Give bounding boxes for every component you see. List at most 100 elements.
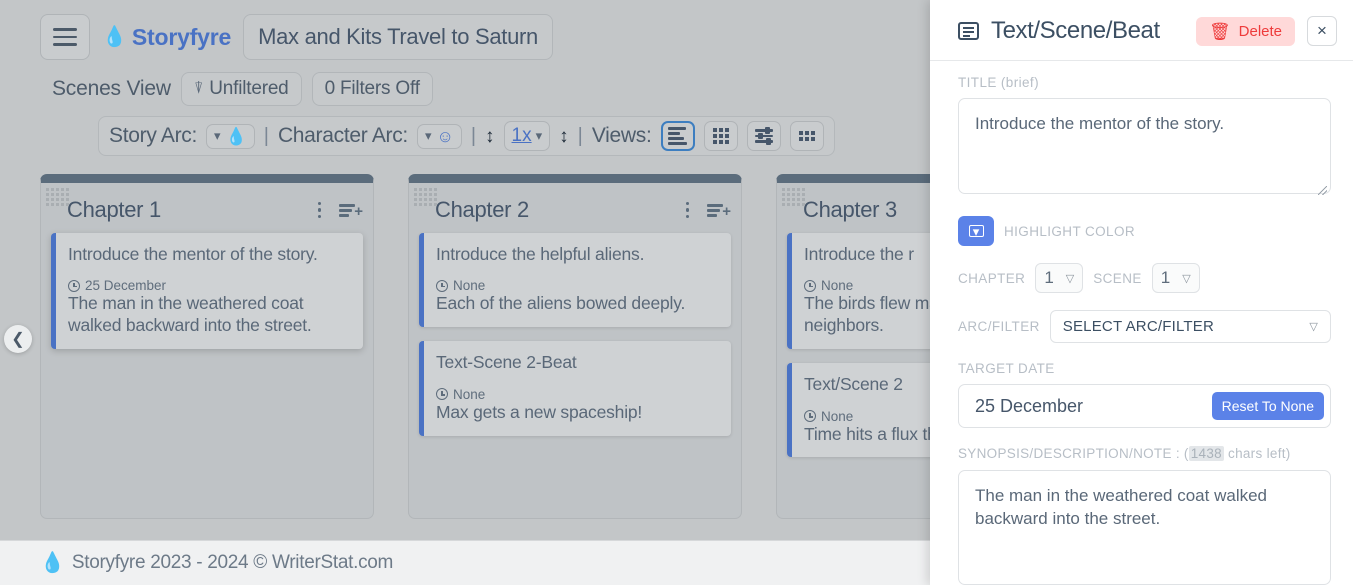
- arc-filter-value: SELECT ARC/FILTER: [1063, 318, 1214, 335]
- close-icon[interactable]: ×: [1307, 16, 1337, 46]
- scene-title: Text-Scene 2-Beat: [436, 351, 719, 373]
- synopsis-label-prefix: SYNOPSIS/DESCRIPTION/NOTE : (: [958, 446, 1189, 461]
- reset-to-none-button[interactable]: Reset To None: [1212, 392, 1324, 420]
- zoom-value: 1x: [512, 125, 532, 147]
- chapter-title: Chapter 2: [435, 197, 529, 223]
- scene-card[interactable]: Introduce the helpful aliens. None Each …: [419, 233, 731, 327]
- chapter-column: Chapter 1 + Introduce the mentor of the …: [40, 174, 374, 519]
- story-arc-select[interactable]: ▾ 💧: [206, 124, 255, 149]
- scene-card[interactable]: Introduce the mentor of the story. 25 De…: [51, 233, 363, 349]
- scene-meta: None: [436, 278, 719, 293]
- chapter-select[interactable]: 1 ▽: [1035, 263, 1083, 293]
- scene-date: None: [821, 409, 853, 424]
- filters-off-button[interactable]: 0 Filters Off: [312, 72, 433, 106]
- highlight-color-row: ▾ HIGHLIGHT COLOR: [958, 216, 1331, 246]
- document-icon: [958, 22, 979, 40]
- synopsis-label: SYNOPSIS/DESCRIPTION/NOTE : (1438 chars …: [958, 446, 1331, 461]
- title-input[interactable]: [958, 98, 1331, 194]
- scenes-view-label: Scenes View: [52, 77, 171, 101]
- trash-icon: 🗑: [1209, 23, 1231, 40]
- scene-date: None: [453, 387, 485, 402]
- target-date-label: TARGET DATE: [958, 361, 1331, 376]
- delete-label: Delete: [1239, 23, 1282, 40]
- arc-filter-label: ARC/FILTER: [958, 319, 1040, 334]
- chapter-value: 1: [1044, 268, 1053, 288]
- brand-label: Storyfyre: [132, 24, 231, 51]
- flame-icon: 💧: [102, 27, 127, 47]
- synopsis-input[interactable]: [958, 470, 1331, 585]
- project-title-input[interactable]: Max and Kits Travel to Saturn: [243, 14, 553, 60]
- scene-body: The man in the weathered coat walked bac…: [68, 293, 351, 337]
- chevron-down-icon: ▾: [536, 128, 543, 144]
- chapter-header: Chapter 1 +: [51, 191, 363, 233]
- footer: 💧 Storyfyre 2023 - 2024 © WriterStat.com: [0, 540, 930, 585]
- expand-vertical-icon[interactable]: ↕: [485, 127, 495, 146]
- hamburger-icon[interactable]: [40, 14, 90, 60]
- brand[interactable]: 💧 Storyfyre: [102, 24, 231, 51]
- arc-filter-select[interactable]: SELECT ARC/FILTER ▽: [1050, 310, 1331, 343]
- add-scene-icon[interactable]: +: [339, 202, 361, 218]
- chapter-menu-icon[interactable]: [682, 200, 694, 221]
- view-extra-button[interactable]: [790, 121, 824, 151]
- chevron-down-icon: ▽: [1066, 272, 1074, 285]
- character-arc-select[interactable]: ▾ ☺: [417, 124, 462, 149]
- synopsis-label-suffix: chars left): [1224, 446, 1291, 461]
- highlight-color-swatch[interactable]: ▾: [958, 216, 994, 246]
- list-view-icon: [668, 127, 687, 145]
- chevron-down-icon: ▾: [969, 225, 984, 237]
- views-label: Views:: [592, 124, 652, 148]
- chevron-down-icon: ▾: [214, 128, 221, 144]
- flame-icon: 💧: [226, 128, 247, 145]
- chapter-actions: +: [314, 200, 362, 221]
- clock-icon: [804, 280, 816, 292]
- chevron-left-icon[interactable]: ❮: [4, 325, 32, 353]
- add-scene-icon[interactable]: +: [707, 202, 729, 218]
- view-grid-button[interactable]: [704, 121, 738, 151]
- face-icon: ☺: [436, 128, 453, 145]
- chevron-down-icon: ▽: [1309, 320, 1318, 333]
- zoom-select[interactable]: 1x ▾: [504, 121, 551, 151]
- view-settings-button[interactable]: [747, 121, 781, 151]
- chapter-scene-row: CHAPTER 1 ▽ SCENE 1 ▽: [958, 263, 1331, 293]
- panel-title: Text/Scene/Beat: [991, 17, 1184, 45]
- scene-value: 1: [1161, 268, 1170, 288]
- scene-meta: 25 December: [68, 278, 351, 293]
- divider: |: [578, 125, 583, 148]
- drag-handle-icon[interactable]: [46, 188, 69, 206]
- filter-icon: ⍒: [194, 80, 203, 98]
- chapter-menu-icon[interactable]: [314, 200, 326, 221]
- scene-title: Introduce the helpful aliens.: [436, 243, 719, 265]
- scene-label: SCENE: [1093, 271, 1142, 286]
- scene-select[interactable]: 1 ▽: [1152, 263, 1200, 293]
- chapter-actions: +: [682, 200, 730, 221]
- target-date-field[interactable]: 25 December Reset To None: [958, 384, 1331, 428]
- drag-handle-icon[interactable]: [782, 188, 805, 206]
- scene-card[interactable]: Text-Scene 2-Beat None Max gets a new sp…: [419, 341, 731, 435]
- detail-panel: Text/Scene/Beat 🗑 Delete × TITLE (brief)…: [930, 0, 1353, 585]
- view-list-button[interactable]: [661, 121, 695, 151]
- scene-body: Max gets a new spaceship!: [436, 402, 719, 424]
- panel-header: Text/Scene/Beat 🗑 Delete ×: [930, 0, 1353, 61]
- drag-handle-icon[interactable]: [414, 188, 437, 206]
- clock-icon: [436, 280, 448, 292]
- sliders-icon: [755, 129, 773, 143]
- delete-button[interactable]: 🗑 Delete: [1196, 17, 1295, 46]
- clock-icon: [436, 388, 448, 400]
- highlight-color-label: HIGHLIGHT COLOR: [1004, 224, 1135, 239]
- title-field-wrap: [958, 98, 1331, 199]
- chevron-down-icon: ▽: [1182, 272, 1190, 285]
- unfiltered-button[interactable]: ⍒ Unfiltered: [181, 72, 302, 106]
- arc-filter-row: ARC/FILTER SELECT ARC/FILTER ▽: [958, 310, 1331, 343]
- flame-icon: 💧: [40, 553, 65, 573]
- scene-date: None: [453, 278, 485, 293]
- collapse-vertical-icon[interactable]: ↕: [559, 127, 569, 146]
- target-date-section: TARGET DATE 25 December Reset To None: [958, 361, 1331, 428]
- chevron-down-icon: ▾: [425, 128, 432, 144]
- arc-toolbar: Story Arc: ▾ 💧 | Character Arc: ▾ ☺ | ↕ …: [98, 116, 835, 156]
- target-date-value: 25 December: [975, 396, 1083, 417]
- character-arc-label: Character Arc:: [278, 124, 408, 148]
- clock-icon: [804, 410, 816, 422]
- footer-text: Storyfyre 2023 - 2024 © WriterStat.com: [72, 552, 393, 574]
- scene-body: Each of the aliens bowed deeply.: [436, 293, 719, 315]
- clock-icon: [68, 280, 80, 292]
